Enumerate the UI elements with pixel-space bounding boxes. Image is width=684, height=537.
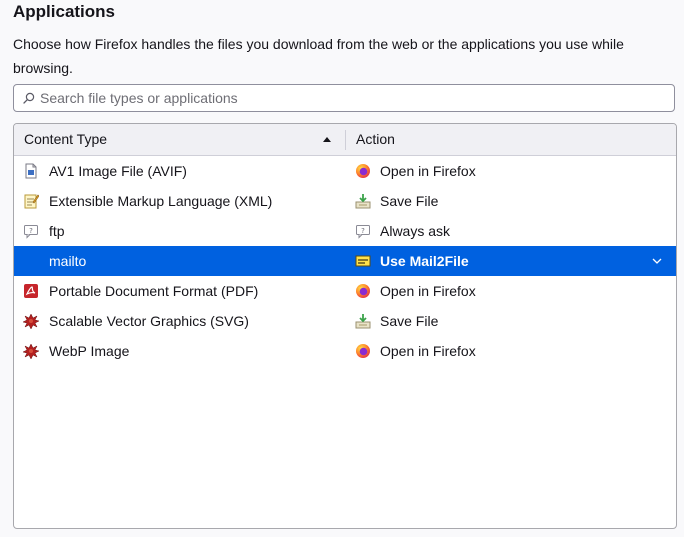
page-title: Applications [13, 2, 116, 21]
content-type-label: Extensible Markup Language (XML) [49, 193, 273, 209]
xml-document-icon [24, 194, 39, 209]
svg-text:?: ? [361, 227, 365, 235]
svg-file-icon [23, 343, 39, 359]
ask-icon: ? [24, 225, 38, 239]
firefox-icon [356, 344, 370, 358]
action-label: Save File [380, 193, 439, 209]
table-row[interactable]: ? ftp ? Always ask [14, 216, 676, 246]
search-icon [23, 92, 35, 104]
search-box[interactable] [13, 84, 675, 112]
svg-file-icon [23, 313, 39, 329]
search-input[interactable] [40, 85, 660, 111]
applications-table: Content Type Action AV1 Image File (AVIF… [13, 123, 677, 529]
action-label: Open in Firefox [380, 283, 476, 299]
chevron-down-icon[interactable] [652, 257, 662, 265]
ask-icon: ? [356, 225, 370, 239]
svg-text:?: ? [29, 227, 33, 235]
table-row[interactable]: Portable Document Format (PDF) Open in F… [14, 276, 676, 306]
save-file-icon [355, 314, 371, 329]
action-label: Open in Firefox [380, 163, 476, 179]
table-row[interactable]: Extensible Markup Language (XML) Save Fi… [14, 186, 676, 216]
action-label: Open in Firefox [380, 343, 476, 359]
action-label: Always ask [380, 223, 451, 239]
content-type-label: AV1 Image File (AVIF) [49, 163, 187, 179]
table-header: Content Type Action [14, 124, 676, 156]
content-type-label: WebP Image [49, 343, 130, 359]
firefox-icon [356, 164, 370, 178]
column-header-content-type[interactable]: Content Type [24, 124, 336, 155]
section-description: Choose how Firefox handles the files you… [13, 36, 624, 76]
table-row[interactable]: AV1 Image File (AVIF) Open in Firefox [14, 156, 676, 186]
table-row[interactable]: WebP Image Open in Firefox [14, 336, 676, 366]
table-row-selected[interactable]: mailto Use Mail2File [14, 246, 676, 276]
action-label: Save File [380, 313, 439, 329]
pdf-icon [24, 284, 38, 298]
firefox-icon [356, 284, 370, 298]
sort-ascending-icon [323, 137, 331, 142]
table-row[interactable]: Scalable Vector Graphics (SVG) Save File [14, 306, 676, 336]
image-file-icon [25, 163, 37, 179]
save-file-icon [355, 194, 371, 209]
content-type-label: ftp [49, 223, 65, 239]
content-type-label: mailto [49, 253, 87, 269]
mail-app-icon [355, 255, 371, 267]
column-separator[interactable] [345, 130, 346, 150]
content-type-label: Scalable Vector Graphics (SVG) [49, 313, 249, 329]
column-header-action[interactable]: Action [356, 124, 656, 155]
content-type-label: Portable Document Format (PDF) [49, 283, 259, 299]
action-dropdown-value[interactable]: Use Mail2File [380, 246, 469, 276]
